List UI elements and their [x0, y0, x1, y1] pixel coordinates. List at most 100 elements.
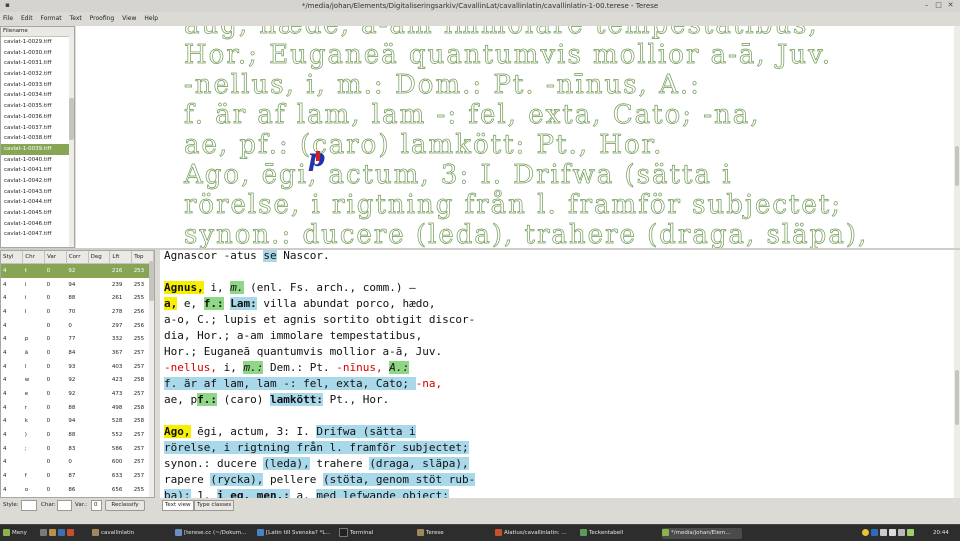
text-segment[interactable]: Ago,: [164, 425, 191, 438]
file-list-item[interactable]: cavlat-1-0033.tiff: [1, 80, 74, 91]
file-list-scrollbar[interactable]: [69, 36, 74, 247]
table-row[interactable]: 4; 0 83 586 257: [1, 442, 154, 456]
ocr-text-editor[interactable]: Agnascor -atus se Nascor. Agnus, i, m. (e…: [160, 250, 960, 498]
menu-proofing[interactable]: Proofing: [87, 12, 118, 25]
file-list-item[interactable]: cavlat-1-0037.tiff: [1, 123, 74, 134]
table-row[interactable]: 4) 0 88 552 257: [1, 428, 154, 442]
menu-help[interactable]: Help: [141, 12, 161, 25]
text-line[interactable]: f. är af lam, lam -: fel, exta, Cato; -n…: [164, 375, 442, 392]
text-line[interactable]: ae, pf.: (caro) lamkött: Pt., Hor.: [164, 391, 389, 408]
text-segment[interactable]: a.: [290, 489, 317, 498]
column-header[interactable]: Corr: [66, 251, 89, 264]
text-segment[interactable]: synon.: ducere: [164, 457, 263, 470]
taskbar-item-terese-cc[interactable]: [terese.cc (~/Dokum...: [175, 528, 255, 539]
text-segment[interactable]: -nellus,: [164, 361, 217, 374]
table-row[interactable]: 4 i 0 94 239 253: [1, 278, 154, 292]
text-line[interactable]: rapere (rycka), pellere (stöta, genom st…: [164, 471, 476, 488]
table-row[interactable]: 4 0 0 600 257: [1, 456, 154, 470]
table-row[interactable]: 4 r 0 88 498 258: [1, 401, 154, 415]
table-row[interactable]: 4 k 0 94 528 258: [1, 415, 154, 429]
scrollbar-thumb[interactable]: [149, 261, 154, 301]
file-list-item[interactable]: cavlat-1-0036.tiff: [1, 112, 74, 123]
text-segment[interactable]: f.:: [197, 393, 217, 406]
table-row[interactable]: 4 t 0 92 216 253: [1, 263, 154, 278]
text-line[interactable]: dia, Hor.; a-am immolare tempestatibus,: [164, 327, 422, 344]
text-line[interactable]: rörelse, i rigtning från l. framför subj…: [164, 439, 469, 456]
table-row[interactable]: 4 l 0 70 278 256: [1, 305, 154, 319]
text-segment[interactable]: pellere: [263, 473, 323, 486]
browser-icon[interactable]: [67, 529, 74, 536]
column-header[interactable]: Chr: [22, 251, 46, 264]
table-row[interactable]: 4 i 0 88 261 255: [1, 291, 154, 305]
file-list-item[interactable]: cavlat-1-0031.tiff: [1, 58, 74, 69]
menu-format[interactable]: Format: [38, 12, 65, 25]
text-segment[interactable]: dia, Hor.; a-am immolare tempestatibus,: [164, 329, 422, 342]
table-row[interactable]: 4 w 0 92 423 258: [1, 374, 154, 388]
file-list-item[interactable]: cavlat-1-0046.tiff: [1, 219, 74, 230]
file-list-item[interactable]: cavlat-1-0041.tiff: [1, 165, 74, 176]
menu-text[interactable]: Text: [67, 12, 85, 25]
volume-icon[interactable]: [898, 529, 905, 536]
taskbar-item-alatius[interactable]: Alatius/cavallinlatin: ...: [495, 528, 575, 539]
text-segment[interactable]: trahere: [310, 457, 370, 470]
scanned-image-view[interactable]: aug, hæde, a-am immolare tempestatibus,H…: [76, 26, 960, 249]
menu-view[interactable]: View: [119, 12, 139, 25]
text-segment[interactable]: a-o, C.; lupis et agnis sortito obtigit …: [164, 313, 475, 326]
scrollbar-thumb[interactable]: [955, 146, 959, 186]
file-list-item[interactable]: cavlat-1-0039.tiff: [1, 143, 74, 155]
text-line[interactable]: synon.: ducere (leda), trahere (draga, s…: [164, 455, 469, 472]
column-header[interactable]: Lft: [109, 251, 133, 264]
text-segment[interactable]: 1.: [191, 489, 218, 498]
text-line[interactable]: -nellus, i, m.: Dem.: Pt. -nīnus, A.:: [164, 359, 410, 376]
text-scrollbar[interactable]: [954, 250, 960, 498]
text-segment[interactable]: f. är af lam, lam -: fel, exta, Cato;: [164, 377, 416, 390]
taskbar-item-terminal[interactable]: Terminal: [339, 528, 415, 539]
text-segment[interactable]: i,: [204, 281, 231, 294]
text-segment[interactable]: e,: [177, 297, 204, 310]
text-segment[interactable]: Nascor.: [277, 250, 329, 262]
text-segment[interactable]: se: [263, 250, 277, 262]
text-segment[interactable]: (enl. Fs. arch., comm.) —: [244, 281, 416, 294]
text-line[interactable]: Agnus, i, m. (enl. Fs. arch., comm.) —: [164, 279, 416, 296]
text-segment[interactable]: Hor.; Euganeā quantumvis mollior a-ā, Ju…: [164, 345, 442, 358]
column-header[interactable]: Var: [44, 251, 67, 264]
terminal-icon[interactable]: [58, 529, 65, 536]
text-segment[interactable]: (stöta, genom stöt rub-: [322, 473, 476, 486]
file-list-item[interactable]: cavlat-1-0035.tiff: [1, 101, 74, 112]
maximize-icon[interactable]: □: [934, 1, 943, 10]
text-segment[interactable]: Agnus,: [164, 281, 204, 294]
text-segment[interactable]: (draga, släpa),: [369, 457, 469, 470]
taskbar-item-terese-window[interactable]: */media/johan/Elem...: [662, 528, 742, 539]
text-line[interactable]: Hor.; Euganeā quantumvis mollior a-ā, Ju…: [164, 343, 442, 360]
style-field[interactable]: [21, 500, 37, 511]
file-list-item[interactable]: cavlat-1-0030.tiff: [1, 48, 74, 59]
scrollbar-thumb[interactable]: [955, 370, 959, 425]
taskbar-item-latin-doc[interactable]: [Latin till Svenska? *L...: [257, 528, 337, 539]
text-segment[interactable]: -na,: [416, 377, 443, 390]
tab-type-classes[interactable]: Type classes: [194, 500, 235, 511]
char-field[interactable]: [57, 500, 72, 511]
reclassify-button[interactable]: Reclassify: [105, 500, 145, 511]
table-row[interactable]: 4 e 0 92 473 257: [1, 387, 154, 401]
text-segment[interactable]: rapere: [164, 473, 210, 486]
text-segment[interactable]: ēgi, actum, 3: I.: [191, 425, 317, 438]
table-row[interactable]: 4 0 0 297 256: [1, 319, 154, 333]
text-segment[interactable]: m.:: [243, 361, 264, 374]
taskbar-item-teckentabell[interactable]: Teckentabell: [580, 528, 660, 539]
text-segment[interactable]: Drifwa (sätta i: [316, 425, 416, 438]
close-icon[interactable]: ✕: [946, 1, 955, 10]
notification-icon[interactable]: [862, 529, 869, 536]
text-segment[interactable]: ba):: [164, 489, 191, 498]
file-list-item[interactable]: cavlat-1-0040.tiff: [1, 155, 74, 166]
text-segment[interactable]: A.:: [389, 361, 410, 374]
column-header[interactable]: Deg: [88, 251, 111, 264]
table-row[interactable]: 4 l 0 93 403 257: [1, 360, 154, 374]
text-segment[interactable]: Agnascor -atus: [164, 250, 263, 262]
text-line[interactable]: Agnascor -atus se Nascor.: [164, 250, 330, 264]
text-line[interactable]: ba): 1. i eg. men.: a. med lefwande obje…: [164, 487, 449, 498]
text-line[interactable]: a-o, C.; lupis et agnis sortito obtigit …: [164, 311, 475, 328]
swedish-keyboard-icon[interactable]: [871, 529, 878, 536]
file-list-item[interactable]: cavlat-1-0044.tiff: [1, 197, 74, 208]
text-segment[interactable]: a,: [164, 297, 178, 310]
taskbar-item-terese[interactable]: Terese: [417, 528, 493, 539]
